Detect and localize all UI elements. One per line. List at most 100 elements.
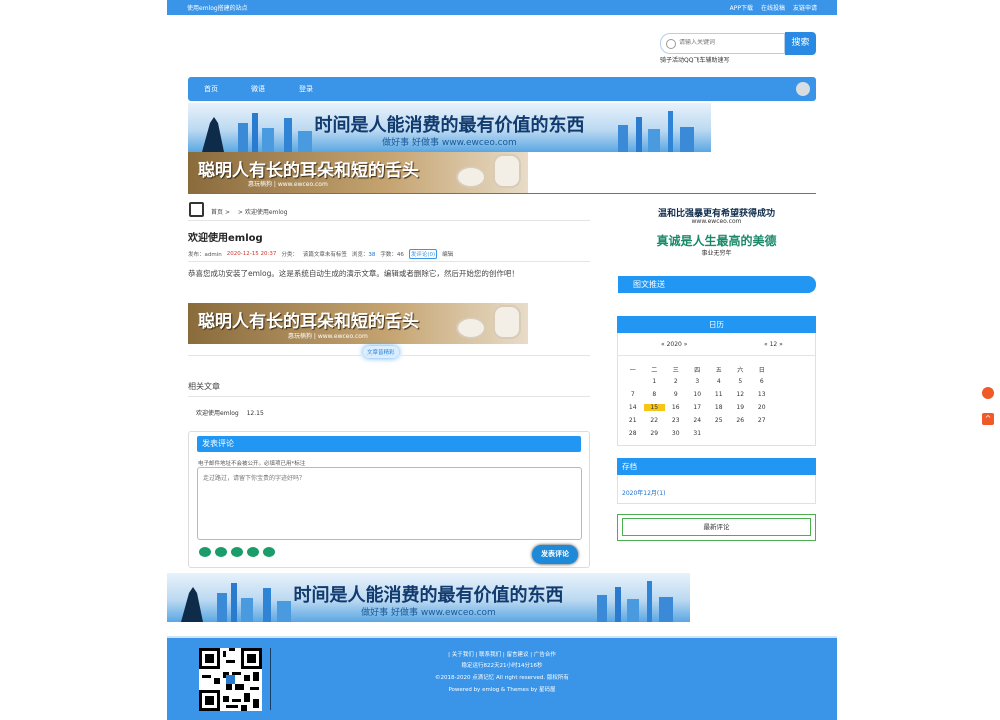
comment-form-header: 发表评论 xyxy=(197,436,581,452)
calendar-day: 13 xyxy=(757,391,766,398)
comment-textarea[interactable] xyxy=(197,467,582,540)
calendar-day xyxy=(622,378,644,385)
edit-link[interactable]: 编辑 xyxy=(442,250,453,258)
calendar-day: 23 xyxy=(671,417,680,424)
calendar-day: 26 xyxy=(736,417,745,424)
post-title: 欢迎使用emlog xyxy=(188,233,263,244)
submit-comment-button[interactable]: 发表评论 xyxy=(532,545,578,564)
subscribe-badge[interactable]: 文章皆精彩 xyxy=(363,346,399,358)
calendar-day: 27 xyxy=(757,417,766,424)
views-label: 浏览： xyxy=(351,252,369,258)
archive-title: 存档 xyxy=(617,458,816,475)
ad-banner-tea-inline[interactable]: 聪明人有长的耳朵和短的舌头 惠玩楠狗 | www.ewceo.com xyxy=(188,303,528,344)
side-banner-line2: 真诚是人生最高的美德 xyxy=(656,234,777,248)
comment-count-badge[interactable]: 发评论(0) xyxy=(408,249,438,259)
hot-words-link[interactable]: 骑子活动QQ飞车辅助速写 xyxy=(660,55,729,64)
year-nav[interactable]: « 2020 » xyxy=(661,341,687,348)
calendar-day: 1 xyxy=(652,378,657,385)
teapot-icon xyxy=(493,154,521,188)
banner-tea-title: 聪明人有长的耳朵和短的舌头 xyxy=(198,312,419,332)
calendar-day: 14 xyxy=(628,404,637,411)
calendar-day: 7 xyxy=(630,391,635,398)
submit-post-link[interactable]: 在线投稿 xyxy=(761,3,785,12)
calendar-day: 12 xyxy=(736,391,745,398)
calendar-day: 22 xyxy=(650,417,659,424)
ad-banner-bottom[interactable]: 时间是人能消费的最有价值的东西 做好事 好做事 www.ewceo.com xyxy=(167,573,690,622)
footer-links[interactable]: | 关于我们 | 联系我们 | 留言建议 | 广告合作 xyxy=(167,650,837,658)
nav-item-login[interactable]: 登录 xyxy=(299,84,313,94)
search-button[interactable]: 搜索 xyxy=(785,32,816,55)
calendar-day: 9 xyxy=(673,391,678,398)
calendar-day: 24 xyxy=(693,417,702,424)
related-post-item[interactable]: 欢迎使用emlog 12.15 xyxy=(196,408,264,417)
post-tags: 该篇文章未有标签 xyxy=(302,252,347,258)
post-meta: 发布：admin 2020-12-15 20:37 分类： 该篇文章未有标签 浏… xyxy=(188,249,453,259)
calendar-day: 21 xyxy=(628,417,637,424)
link-icon[interactable] xyxy=(231,547,243,557)
main-nav: 首页 微语 登录 xyxy=(188,77,816,101)
banner-bottom-subtitle: 做好事 好做事 www.ewceo.com xyxy=(361,608,496,618)
code-icon[interactable] xyxy=(247,547,259,557)
calendar-day: 25 xyxy=(714,417,723,424)
ad-banner-side[interactable]: 温和比强暴更有希望获得成功 www.ewceo.com 真诚是人生最高的美德 事… xyxy=(617,203,816,261)
calendar-day: 18 xyxy=(714,404,723,411)
search-input[interactable] xyxy=(679,39,779,46)
breadcrumb-current: 欢迎使用emlog xyxy=(244,209,288,216)
emoji-icon[interactable] xyxy=(199,547,211,557)
related-post-title[interactable]: 欢迎使用emlog xyxy=(196,410,239,417)
calendar-day xyxy=(730,430,752,437)
calendar-day: 28 xyxy=(628,430,637,437)
weekday: 一 xyxy=(629,367,636,374)
calendar-week: 28 29 30 31 xyxy=(622,430,812,437)
ad-banner-top[interactable]: 时间是人能消费的最有价值的东西 做好事 好做事 www.ewceo.com xyxy=(188,103,711,152)
weekday: 四 xyxy=(694,367,701,374)
calendar-day: 17 xyxy=(693,404,702,411)
user-avatar-icon[interactable] xyxy=(796,82,810,96)
calendar-day: 11 xyxy=(714,391,723,398)
ad-banner-tea[interactable]: 聪明人有长的耳朵和短的舌头 惠玩楠狗 | www.ewceo.com xyxy=(188,152,528,193)
featured-tab[interactable]: 图文推送 xyxy=(618,276,816,293)
calendar-day: 4 xyxy=(716,378,721,385)
footer-uptime: 稳定运行822天21小时14分16秒 xyxy=(461,663,543,669)
calendar-day: 2 xyxy=(673,378,678,385)
calendar-day: 19 xyxy=(736,404,745,411)
divider xyxy=(188,261,590,262)
friend-link-apply[interactable]: 友链申请 xyxy=(793,3,817,12)
weekday: 日 xyxy=(758,367,765,374)
calendar-day: 3 xyxy=(695,378,700,385)
words-count: 46 xyxy=(396,252,404,258)
app-download-link[interactable]: APP下载 xyxy=(730,3,753,12)
calendar-weekdays: 一 二 三 四 五 六 日 xyxy=(622,365,812,374)
chat-icon[interactable] xyxy=(982,387,994,399)
back-to-top-icon[interactable]: ^ xyxy=(982,413,994,425)
calendar-week: 14 15 16 17 18 19 20 xyxy=(622,404,812,411)
latest-comments-button[interactable]: 最新评论 xyxy=(622,518,811,536)
weekday: 二 xyxy=(651,367,658,374)
banner-top-title: 时间是人能消费的最有价值的东西 xyxy=(314,115,585,136)
banner-tea-title: 聪明人有长的耳朵和短的舌头 xyxy=(198,161,419,181)
banner-top-subtitle: 做好事 好做事 www.ewceo.com xyxy=(382,138,517,148)
calendar-week: 1 2 3 4 5 6 xyxy=(622,378,812,385)
post-date: 2020-12-15 20:37 xyxy=(226,251,277,257)
breadcrumb: 首页 > > 欢迎使用emlog xyxy=(211,207,288,216)
month-nav[interactable]: « 12 » xyxy=(764,341,783,348)
footer-powered[interactable]: Powered by emlog & Themes by 星码屋 xyxy=(167,685,837,693)
tea-cup-icon xyxy=(456,166,486,188)
image-icon[interactable] xyxy=(263,547,275,557)
views-count: 38 xyxy=(368,252,376,258)
author-label: 发布： xyxy=(188,252,205,258)
search-box xyxy=(660,33,785,54)
banner-tea-subtitle: 惠玩楠狗 | www.ewceo.com xyxy=(288,333,368,340)
nav-item-home[interactable]: 首页 xyxy=(204,84,218,94)
top-bar: 使用emlog搭建的站点 APP下载 在线投稿 友链申请 xyxy=(167,0,837,15)
breadcrumb-home[interactable]: 首页 xyxy=(211,209,223,216)
author-link[interactable]: admin xyxy=(205,252,222,258)
calendar-day xyxy=(708,430,730,437)
pen-icon[interactable] xyxy=(215,547,227,557)
breadcrumb-separator: > xyxy=(224,209,230,216)
teapot-icon xyxy=(493,305,521,339)
calendar-day-today[interactable]: 15 xyxy=(643,404,665,411)
archive-link[interactable]: 2020年12月(1) xyxy=(622,488,665,497)
related-posts-title: 相关文章 xyxy=(188,382,220,391)
nav-item-weiyu[interactable]: 微语 xyxy=(251,84,265,94)
